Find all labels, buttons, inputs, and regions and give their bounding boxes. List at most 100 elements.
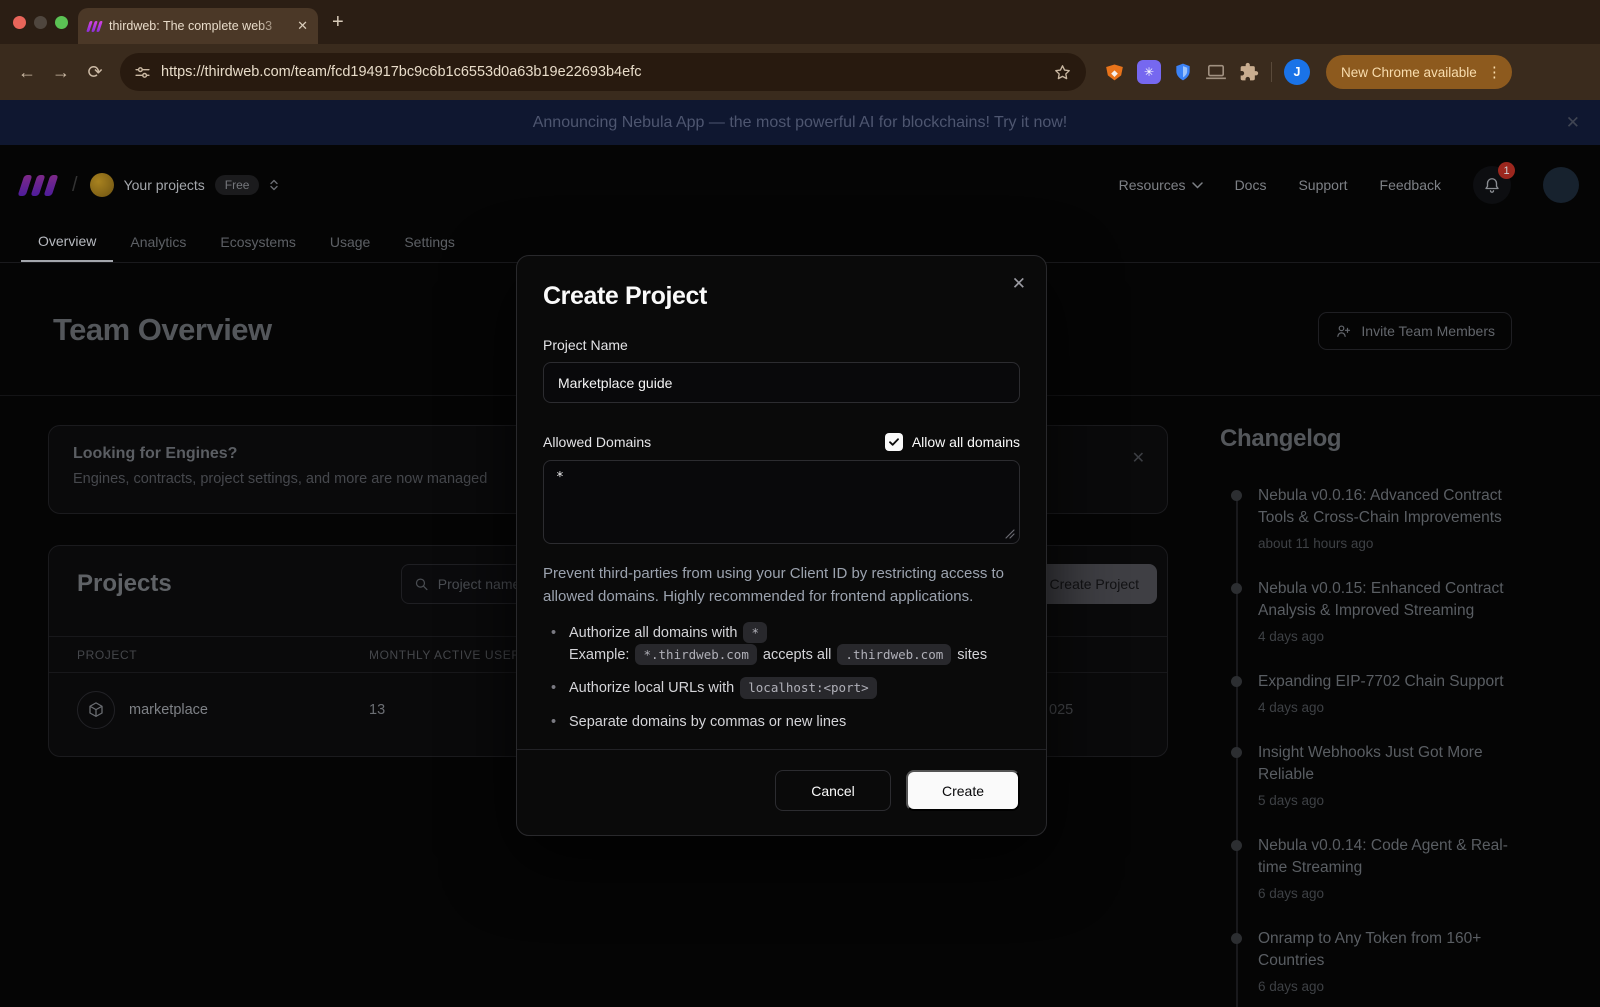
shield-extension-icon[interactable] [1173,61,1193,83]
domain-chip: .thirdweb.com [837,644,951,665]
localhost-chip: localhost:<port> [740,677,876,698]
bell-icon [1483,176,1501,195]
nav-resources[interactable]: Resources [1119,177,1203,193]
nav-docs[interactable]: Docs [1235,177,1267,193]
toolbar-divider [1271,62,1272,82]
list-item[interactable]: Nebula v0.0.14: Code Agent & Real-time S… [1258,835,1520,901]
browser-toolbar: ← → ⟳ https://thirdweb.com/team/fcd19491… [0,44,1600,100]
nav-support[interactable]: Support [1298,177,1347,193]
user-avatar[interactable] [1543,167,1579,203]
screen: thirdweb: The complete web3 ✕ + ← → ⟳ ht… [0,0,1600,1007]
reload-icon[interactable]: ⟳ [80,57,110,87]
plan-badge: Free [215,175,260,195]
page-title: Team Overview [53,312,272,348]
header-links: Resources Docs Support Feedback 1 [1119,166,1579,204]
list-item[interactable]: Onramp to Any Token from 160+ Countries … [1258,928,1520,994]
column-monthly-active-users: MONTHLY ACTIVE USERS [369,648,529,662]
browser-tab[interactable]: thirdweb: The complete web3 ✕ [78,8,318,44]
forward-icon[interactable]: → [46,57,76,87]
allow-all-domains-checkbox[interactable] [885,433,903,451]
laptop-icon[interactable] [1205,63,1227,81]
rule-local-urls: Authorize local URLs with localhost:<por… [543,677,1020,699]
modal-footer: Cancel Create [517,749,1046,835]
rule-all-domains: Authorize all domains with * Example: *.… [543,622,1020,667]
changelog-list: Nebula v0.0.16: Advanced Contract Tools … [1236,485,1520,994]
allowed-domains-textarea[interactable]: * [543,460,1020,544]
browser-titlebar: thirdweb: The complete web3 ✕ + [0,0,1600,44]
rule-separators: Separate domains by commas or new lines [543,711,1020,733]
tab-close-icon[interactable]: ✕ [297,18,308,34]
list-item[interactable]: Nebula v0.0.16: Advanced Contract Tools … [1258,485,1520,551]
new-chrome-available-button[interactable]: New Chrome available ⋮ [1326,55,1512,89]
nav-feedback[interactable]: Feedback [1380,177,1441,193]
column-project: PROJECT [77,648,137,662]
breadcrumb-divider: / [72,174,78,197]
search-icon [414,576,429,592]
list-item[interactable]: Expanding EIP-7702 Chain Support 4 days … [1258,671,1520,715]
announcement-banner[interactable]: Announcing Nebula App — the most powerfu… [0,100,1600,145]
new-chrome-label: New Chrome available [1341,65,1477,80]
wildcard-domain-chip: *.thirdweb.com [635,644,756,665]
team-avatar[interactable] [90,173,114,197]
site-settings-icon[interactable] [134,64,151,81]
projects-title: Projects [77,570,172,598]
team-switcher-icon[interactable] [269,178,279,192]
tab-usage[interactable]: Usage [313,222,387,262]
bookmark-star-icon[interactable] [1053,63,1072,82]
engines-card-close-icon[interactable]: ✕ [1132,448,1145,468]
list-item[interactable]: Nebula v0.0.15: Enhanced Contract Analys… [1258,578,1520,644]
create-project-button-background[interactable]: Create Project [1032,564,1157,604]
team-name[interactable]: Your projects [124,177,205,193]
allow-all-domains-label: Allow all domains [912,434,1020,450]
tab-overview[interactable]: Overview [21,222,113,262]
snowflake-extension-icon[interactable]: ✳ [1137,60,1161,84]
banner-close-icon[interactable]: ✕ [1566,113,1580,133]
project-created-cell: 025 [1049,702,1073,718]
tab-ecosystems[interactable]: Ecosystems [203,222,312,262]
project-mau-cell: 13 [369,702,385,718]
browser-menu-icon[interactable]: ⋮ [1487,63,1502,81]
project-name-input[interactable] [543,362,1020,403]
domains-help-text: Prevent third-parties from using your Cl… [543,562,1020,609]
browser-tab-title: thirdweb: The complete web3 [109,19,289,33]
url-text[interactable]: https://thirdweb.com/team/fcd194917bc9c6… [161,64,1043,80]
metamask-extension-icon[interactable] [1104,62,1125,82]
tab-analytics[interactable]: Analytics [113,222,203,262]
create-project-modal: ✕ Create Project Project Name Allowed Do… [516,255,1047,836]
notifications-button[interactable]: 1 [1473,166,1511,204]
notification-badge: 1 [1498,162,1515,179]
project-name-label: Project Name [543,337,1020,353]
new-tab-button[interactable]: + [332,12,344,32]
invite-team-members-button[interactable]: Invite Team Members [1318,312,1512,350]
thirdweb-logo[interactable] [21,175,58,196]
timeline-dot [1231,840,1242,851]
modal-close-icon[interactable]: ✕ [1012,274,1026,294]
timeline-dot [1231,747,1242,758]
allow-all-domains-control[interactable]: Allow all domains [885,433,1020,451]
timeline-dot [1231,583,1242,594]
window-close-button[interactable] [13,16,26,29]
site-header: / Your projects Free Resources Docs Supp… [21,160,1579,210]
window-minimize-button[interactable] [34,16,47,29]
resize-handle[interactable] [1005,529,1015,539]
window-zoom-button[interactable] [55,16,68,29]
announcement-text: Announcing Nebula App — the most powerfu… [533,114,1068,132]
changelog-title: Changelog [1220,425,1520,453]
list-item[interactable]: Insight Webhooks Just Got More Reliable … [1258,742,1520,808]
timeline-dot [1231,676,1242,687]
user-plus-icon [1335,323,1352,339]
chevron-down-icon [1192,182,1203,189]
tab-settings[interactable]: Settings [387,222,472,262]
extensions-puzzle-icon[interactable] [1239,62,1259,82]
cancel-button[interactable]: Cancel [775,770,891,811]
chrome-profile-avatar[interactable]: J [1284,59,1310,85]
project-cube-icon [77,691,115,729]
project-name-cell[interactable]: marketplace [129,702,208,718]
back-icon[interactable]: ← [12,57,42,87]
wildcard-chip: * [743,622,767,643]
extensions-row: ✳ J New Chrome available ⋮ [1104,55,1512,89]
page-content: Announcing Nebula App — the most powerfu… [0,100,1600,1007]
thirdweb-favicon [88,21,101,32]
create-button[interactable]: Create [906,770,1020,811]
address-bar[interactable]: https://thirdweb.com/team/fcd194917bc9c6… [120,53,1086,91]
